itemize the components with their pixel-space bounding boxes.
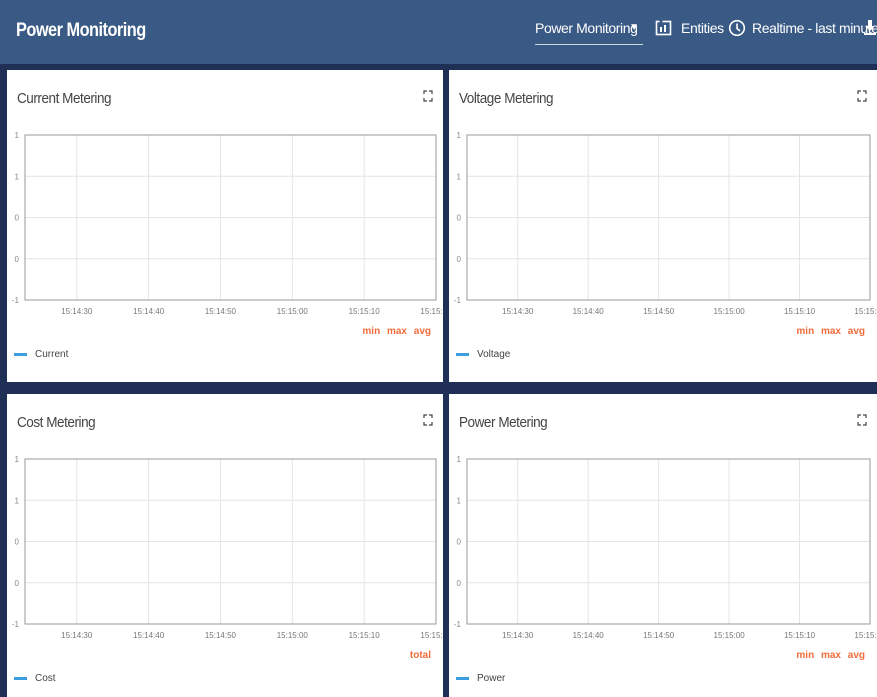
legend-label: Power <box>477 673 506 684</box>
x-tick-label: 15:14:30 <box>502 631 534 640</box>
dashboard-select[interactable]: Power Monitoring ▼ <box>535 18 643 45</box>
x-tick-label: 15:15:10 <box>349 631 381 640</box>
y-tick-label: 1 <box>457 455 462 464</box>
y-tick-label: -1 <box>12 296 20 305</box>
widget-title: Power Metering <box>459 414 548 431</box>
page-title: Power Monitoring <box>16 20 146 41</box>
y-tick-label: 1 <box>15 496 20 505</box>
widget-cost-metering: Cost Metering 1 1 0 0 -1 15:14:30 15:14:40 15:1… <box>7 394 443 697</box>
x-tick-label: 15:15:20 <box>420 631 443 640</box>
y-tick-label: 0 <box>15 538 20 547</box>
widget-power-metering: Power Metering 1 1 0 0 -1 15:14:30 15:14:40 15:… <box>449 394 877 697</box>
x-tick-label: 15:15:00 <box>714 631 746 640</box>
legend-label: Cost <box>35 673 56 684</box>
x-tick-label: 15:14:50 <box>643 631 675 640</box>
y-tick-label: 1 <box>15 172 20 181</box>
entities-icon <box>655 19 672 36</box>
x-tick-label: 15:15:00 <box>277 631 309 640</box>
fullscreen-icon[interactable] <box>423 414 433 426</box>
widget-title: Voltage Metering <box>459 90 554 107</box>
legend-swatch <box>456 676 469 680</box>
x-tick-label: 15:14:40 <box>573 307 605 316</box>
y-tick-label: 0 <box>457 255 462 264</box>
y-tick-label: 0 <box>457 214 462 223</box>
line-chart: 1 1 0 0 -1 15:14:30 15:14:40 15:14:50 15:15:00 15… <box>12 455 443 640</box>
x-tick-label: 15:15:10 <box>349 307 381 316</box>
legend-label: Current <box>35 349 69 360</box>
entities-button[interactable]: Entities <box>655 18 724 44</box>
y-tick-label: 0 <box>457 538 462 547</box>
timewindow-button[interactable]: Realtime - last minute <box>728 18 877 44</box>
y-tick-label: 1 <box>457 131 462 140</box>
y-tick-label: 1 <box>457 172 462 181</box>
dashboard-select-value: Power Monitoring <box>535 20 638 36</box>
x-tick-label: 15:14:40 <box>133 631 165 640</box>
x-tick-label: 15:15:10 <box>784 631 816 640</box>
x-tick-label: 15:14:40 <box>573 631 605 640</box>
legend-swatch <box>456 352 469 356</box>
x-tick-label: 15:15:00 <box>277 307 309 316</box>
legend-aggregations: min max avg <box>796 326 865 337</box>
download-button[interactable] <box>862 18 877 44</box>
legend-aggregations: min max avg <box>362 326 431 337</box>
caret-down-icon: ▼ <box>629 22 639 33</box>
top-toolbar: Power Monitoring Power Monitoring ▼ Enti… <box>0 0 877 64</box>
x-tick-label: 15:14:30 <box>61 631 93 640</box>
x-tick-label: 15:15:20 <box>854 307 877 316</box>
y-tick-label: 0 <box>15 255 20 264</box>
widget-voltage-metering: Voltage Metering 1 1 0 0 -1 15:14:30 15:14:40 1… <box>449 70 877 382</box>
y-tick-label: 0 <box>457 579 462 588</box>
x-tick-label: 15:14:50 <box>643 307 675 316</box>
y-tick-label: 1 <box>15 455 20 464</box>
x-tick-label: 15:15:10 <box>784 307 816 316</box>
y-tick-label: 1 <box>15 131 20 140</box>
x-tick-label: 15:14:50 <box>205 307 237 316</box>
chart-legend[interactable]: Power <box>456 673 505 684</box>
fullscreen-icon[interactable] <box>857 414 867 426</box>
legend-aggregations: total <box>409 650 431 661</box>
download-icon <box>864 20 876 35</box>
y-tick-label: 0 <box>15 579 20 588</box>
y-tick-label: -1 <box>12 620 20 629</box>
x-tick-label: 15:14:40 <box>133 307 165 316</box>
fullscreen-icon[interactable] <box>857 90 867 102</box>
widget-title: Cost Metering <box>17 414 96 431</box>
x-tick-label: 15:15:00 <box>714 307 746 316</box>
widget-current-metering: Current Metering 1 1 0 0 -1 15:14:30 15:14:40 1… <box>7 70 443 382</box>
y-tick-label: 1 <box>457 496 462 505</box>
line-chart: 1 1 0 0 -1 15:14:30 15:14:40 15:14:50 15:15:00 15… <box>454 131 877 316</box>
clock-icon <box>728 19 746 37</box>
x-tick-label: 15:15:20 <box>854 631 877 640</box>
line-chart: 1 1 0 0 -1 15:14:30 15:14:40 15:14:50 15:15:00 15… <box>454 455 877 640</box>
y-tick-label: -1 <box>454 296 462 305</box>
legend-swatch <box>14 676 27 680</box>
chart-legend[interactable]: Current <box>14 349 68 360</box>
x-tick-label: 15:14:50 <box>205 631 237 640</box>
x-tick-label: 15:14:30 <box>502 307 534 316</box>
entities-label: Entities <box>681 20 724 36</box>
legend-label: Voltage <box>477 349 511 360</box>
timewindow-label: Realtime - last minute <box>752 20 877 36</box>
y-tick-label: -1 <box>454 620 462 629</box>
chart-legend[interactable]: Cost <box>14 673 56 684</box>
x-tick-label: 15:14:30 <box>61 307 93 316</box>
chart-legend[interactable]: Voltage <box>456 349 510 360</box>
fullscreen-icon[interactable] <box>423 90 433 102</box>
legend-swatch <box>14 352 27 356</box>
line-chart: 1 1 0 0 -1 15:14:30 15:14:40 15:14:50 15:15:00 15… <box>12 131 443 316</box>
y-tick-label: 0 <box>15 214 20 223</box>
x-tick-label: 15:15:20 <box>420 307 443 316</box>
widget-title: Current Metering <box>17 90 112 107</box>
legend-aggregations: min max avg <box>796 650 865 661</box>
